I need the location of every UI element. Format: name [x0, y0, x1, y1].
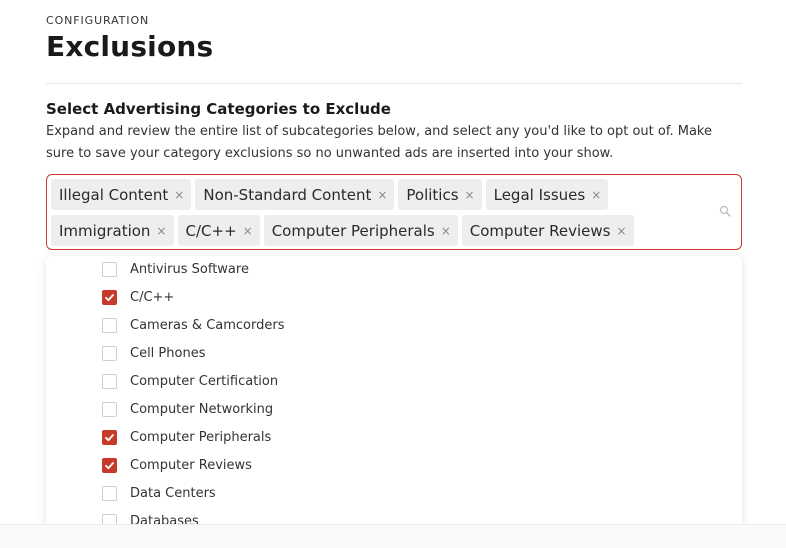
checkbox[interactable] [102, 373, 117, 389]
chip-computer-peripherals: Computer Peripherals × [263, 215, 458, 246]
option-computer-reviews[interactable]: Computer Reviews [102, 455, 252, 475]
check-icon [105, 293, 114, 301]
checkbox-checked[interactable] [102, 457, 117, 473]
chip-label: Legal Issues [493, 185, 586, 204]
check-icon [105, 433, 114, 441]
divider [46, 83, 742, 84]
option-label: Computer Networking [130, 401, 274, 417]
check-icon [105, 461, 114, 469]
option-computer-networking[interactable]: Computer Networking [102, 399, 273, 419]
chip-label: Illegal Content [59, 185, 169, 204]
chip-remove-icon[interactable]: × [377, 188, 387, 202]
checkbox-checked[interactable] [102, 429, 117, 445]
chip-label: Computer Reviews [469, 221, 611, 240]
option-cell-phones[interactable]: Cell Phones [102, 343, 205, 363]
chip-label: Computer Peripherals [271, 221, 435, 240]
chip-non-standard-content: Non-Standard Content × [195, 179, 395, 210]
option-label: Cell Phones [130, 345, 206, 361]
option-c-cpp[interactable]: C/C++ [102, 287, 174, 307]
option-label: Cameras & Camcorders [130, 317, 285, 333]
option-cameras-camcorders[interactable]: Cameras & Camcorders [102, 315, 284, 335]
option-label: Data Centers [130, 485, 216, 501]
option-data-centers[interactable]: Data Centers [102, 483, 216, 503]
option-label: Antivirus Software [130, 261, 249, 277]
option-label: C/C++ [130, 289, 175, 305]
checkbox[interactable] [102, 485, 117, 501]
chip-immigration: Immigration × [51, 215, 174, 246]
category-multiselect[interactable]: Illegal Content × Non-Standard Content × P… [46, 174, 742, 250]
chip-remove-icon[interactable]: × [243, 224, 253, 238]
chip-remove-icon[interactable]: × [465, 188, 475, 202]
option-antivirus-software[interactable]: Antivirus Software [102, 259, 249, 279]
chip-c-cpp: C/C++ × [177, 215, 260, 246]
page-title: Exclusions [46, 30, 214, 63]
chip-computer-reviews: Computer Reviews × [461, 215, 634, 246]
chip-remove-icon[interactable]: × [616, 224, 626, 238]
option-label: Computer Peripherals [130, 429, 272, 445]
page-footer-strip [0, 524, 786, 548]
chip-politics: Politics × [398, 179, 482, 210]
page-overline: CONFIGURATION [46, 14, 150, 27]
chip-remove-icon[interactable]: × [441, 224, 451, 238]
chip-remove-icon[interactable]: × [156, 224, 166, 238]
option-computer-peripherals[interactable]: Computer Peripherals [102, 427, 271, 447]
chip-legal-issues: Legal Issues × [485, 179, 609, 210]
checkbox-checked[interactable] [102, 289, 117, 305]
chip-remove-icon[interactable]: × [591, 188, 601, 202]
chip-label: C/C++ [185, 221, 237, 240]
category-options-dropdown[interactable]: Antivirus Software C/C++ Cameras & Camco… [46, 256, 742, 526]
option-computer-certification[interactable]: Computer Certification [102, 371, 278, 391]
checkbox[interactable] [102, 261, 117, 277]
chip-label: Non-Standard Content [203, 185, 372, 204]
checkbox[interactable] [102, 401, 117, 417]
chip-label: Immigration [59, 221, 151, 240]
chip-label: Politics [406, 185, 459, 204]
option-label: Computer Reviews [130, 457, 252, 473]
section-title: Select Advertising Categories to Exclude [46, 100, 391, 118]
search-icon[interactable] [719, 205, 731, 217]
checkbox[interactable] [102, 345, 117, 361]
chip-remove-icon[interactable]: × [174, 188, 184, 202]
section-description: Expand and review the entire list of sub… [46, 124, 712, 161]
checkbox[interactable] [102, 317, 117, 333]
chip-illegal-content: Illegal Content × [51, 179, 192, 210]
option-label: Computer Certification [130, 373, 279, 389]
